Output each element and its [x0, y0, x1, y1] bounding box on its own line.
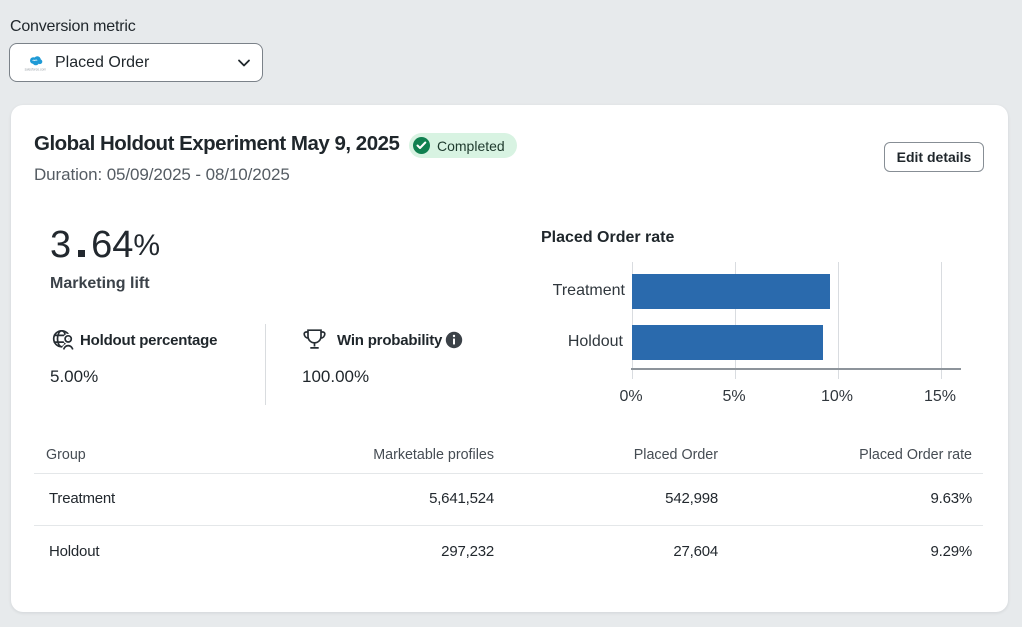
svg-text:salesforce.com: salesforce.com: [25, 67, 47, 71]
